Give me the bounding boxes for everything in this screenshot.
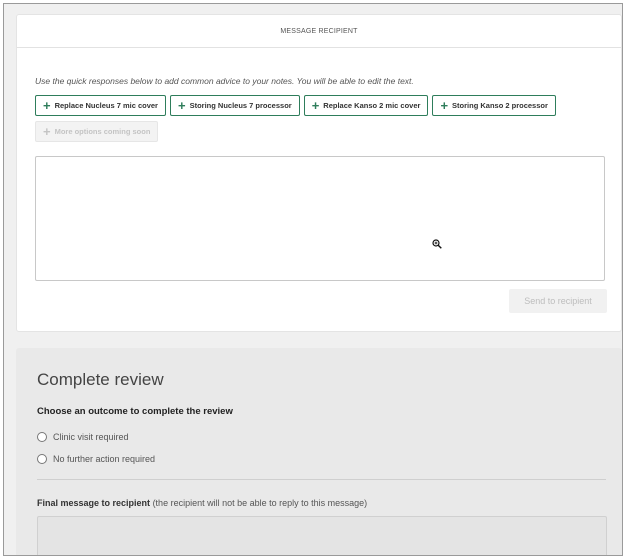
notes-textarea[interactable] bbox=[35, 156, 605, 281]
outcome-option-label: Clinic visit required bbox=[53, 432, 129, 442]
final-message-title: Final message to recipient bbox=[37, 498, 151, 508]
final-message-note: (the recipient will not be able to reply… bbox=[152, 498, 368, 508]
more-options-button: + More options coming soon bbox=[35, 121, 159, 142]
zoom-in-cursor-icon bbox=[432, 239, 442, 249]
plus-icon: + bbox=[311, 98, 320, 113]
plus-icon: + bbox=[440, 98, 449, 113]
divider bbox=[37, 479, 606, 480]
final-message-label: Final message to recipient (the recipien… bbox=[37, 498, 367, 508]
quick-response-label: Storing Nucleus 7 processor bbox=[189, 101, 292, 110]
send-to-recipient-button[interactable]: Send to recipient bbox=[509, 289, 607, 313]
quick-response-button[interactable]: + Replace Kanso 2 mic cover bbox=[303, 95, 429, 116]
radio-button[interactable] bbox=[37, 432, 47, 442]
app-frame: MESSAGE RECIPIENT Use the quick response… bbox=[3, 3, 623, 556]
quick-response-row: + Replace Nucleus 7 mic cover + Storing … bbox=[35, 95, 556, 116]
review-title: Complete review bbox=[37, 370, 164, 389]
quick-response-hint: Use the quick responses below to add com… bbox=[35, 76, 414, 86]
outcome-option-no-further-action[interactable]: No further action required bbox=[37, 454, 155, 464]
more-options-label: More options coming soon bbox=[54, 127, 151, 136]
message-recipient-card: MESSAGE RECIPIENT Use the quick response… bbox=[16, 14, 622, 332]
quick-response-button[interactable]: + Storing Kanso 2 processor bbox=[432, 95, 556, 116]
complete-review-panel: Complete review Choose an outcome to com… bbox=[16, 348, 622, 555]
quick-response-button[interactable]: + Storing Nucleus 7 processor bbox=[169, 95, 300, 116]
plus-icon: + bbox=[43, 124, 51, 139]
quick-response-label: Storing Kanso 2 processor bbox=[452, 101, 548, 110]
final-message-textarea[interactable] bbox=[37, 516, 607, 555]
outcome-label: Choose an outcome to complete the review bbox=[37, 406, 233, 417]
quick-response-button[interactable]: + Replace Nucleus 7 mic cover bbox=[35, 95, 166, 116]
quick-response-label: Replace Kanso 2 mic cover bbox=[323, 101, 421, 110]
outcome-option-label: No further action required bbox=[53, 454, 156, 464]
outcome-option-clinic-visit[interactable]: Clinic visit required bbox=[37, 432, 129, 442]
plus-icon: + bbox=[43, 98, 51, 113]
plus-icon: + bbox=[177, 98, 186, 113]
radio-button[interactable] bbox=[37, 454, 47, 464]
quick-response-label: Replace Nucleus 7 mic cover bbox=[54, 101, 158, 110]
card-header: MESSAGE RECIPIENT bbox=[17, 15, 621, 48]
